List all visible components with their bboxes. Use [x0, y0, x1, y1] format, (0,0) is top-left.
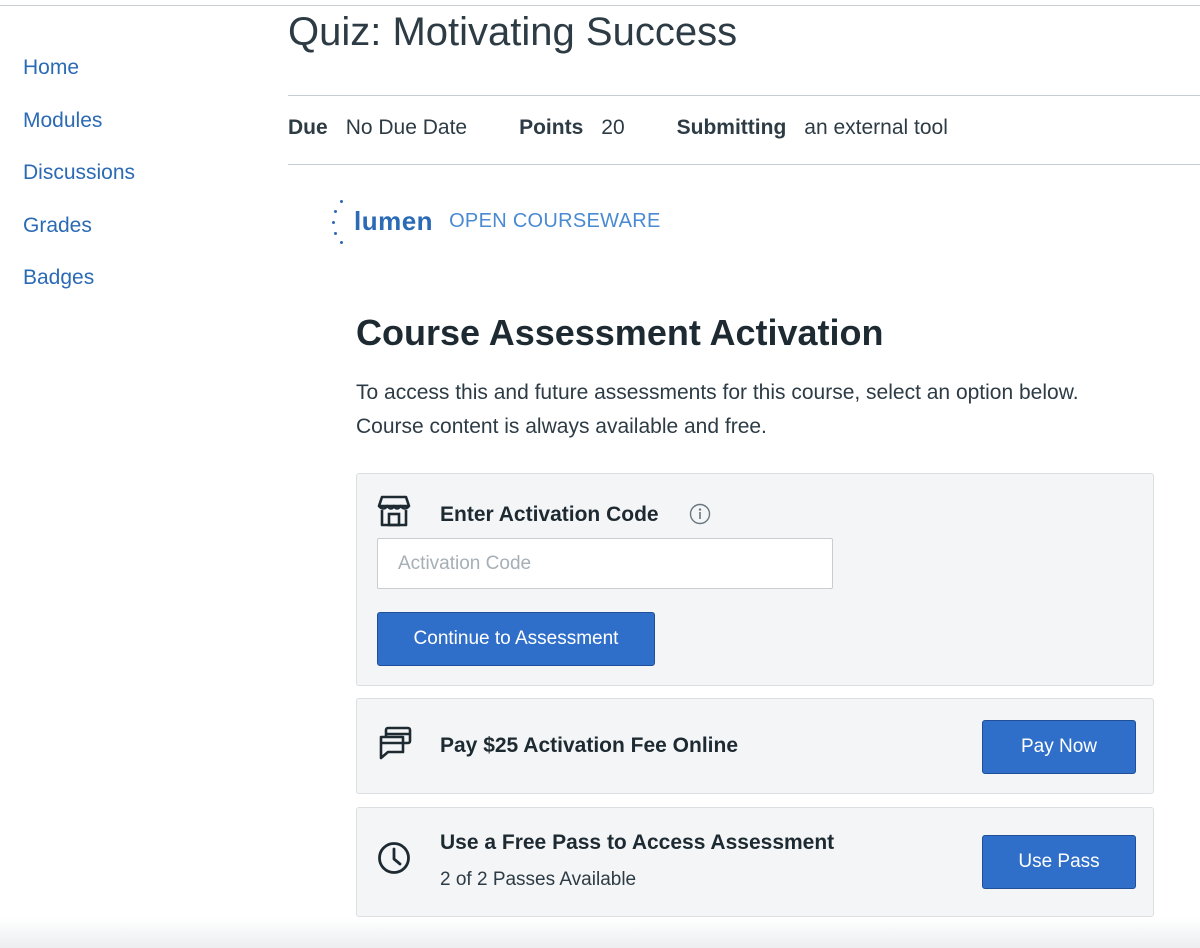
submitting-value: an external tool — [804, 116, 948, 139]
free-pass-title: Use a Free Pass to Access Assessment — [440, 831, 835, 854]
intro-line-1: To access this and future assessments fo… — [356, 381, 1079, 404]
lumen-logo: lumen OPEN COURSEWARE — [330, 196, 661, 246]
sidebar-item-home[interactable]: Home — [23, 52, 135, 105]
top-divider — [0, 5, 1200, 6]
continue-to-assessment-button[interactable]: Continue to Assessment — [377, 612, 655, 666]
points-label: Points — [519, 116, 584, 139]
sidebar-item-discussions[interactable]: Discussions — [23, 157, 135, 210]
info-icon[interactable] — [689, 503, 711, 530]
storefront-icon — [377, 494, 411, 533]
clock-icon — [377, 841, 411, 880]
free-pass-card: Use a Free Pass to Access Assessment 2 o… — [356, 807, 1154, 917]
submitting-label: Submitting — [676, 116, 787, 139]
points-value: 20 — [601, 116, 625, 139]
lumen-dots-icon — [330, 196, 352, 246]
due-value: No Due Date — [345, 116, 468, 139]
course-navigation: Home Modules Discussions Grades Badges — [23, 52, 135, 315]
payment-card-icon — [377, 725, 413, 766]
logo-tagline: OPEN COURSEWARE — [449, 209, 661, 232]
logo-wordmark: lumen — [354, 205, 434, 236]
sidebar-item-modules[interactable]: Modules — [23, 105, 135, 158]
passes-available-text: 2 of 2 Passes Available — [440, 869, 637, 890]
details-divider — [288, 164, 1200, 165]
pay-now-button[interactable]: Pay Now — [982, 720, 1136, 774]
pay-fee-card: Pay $25 Activation Fee Online Pay Now — [356, 698, 1154, 794]
activation-code-input[interactable] — [377, 538, 833, 589]
sidebar-item-grades[interactable]: Grades — [23, 210, 135, 263]
intro-line-2: Course content is always available and f… — [356, 415, 767, 438]
activation-heading: Course Assessment Activation — [356, 312, 884, 353]
pay-fee-title: Pay $25 Activation Fee Online — [440, 734, 738, 757]
bottom-fade — [0, 918, 1200, 948]
due-label: Due — [288, 116, 328, 139]
assignment-details: Due No Due Date Points 20 Submitting an … — [288, 116, 1000, 140]
activation-code-card: Enter Activation Code Continue to Assess… — [356, 473, 1154, 686]
activation-code-title: Enter Activation Code — [440, 503, 659, 526]
use-pass-button[interactable]: Use Pass — [982, 835, 1136, 889]
activation-intro: To access this and future assessments fo… — [356, 376, 1186, 444]
page-title: Quiz: Motivating Success — [288, 10, 738, 54]
title-divider — [288, 95, 1200, 96]
sidebar-item-badges[interactable]: Badges — [23, 262, 135, 315]
